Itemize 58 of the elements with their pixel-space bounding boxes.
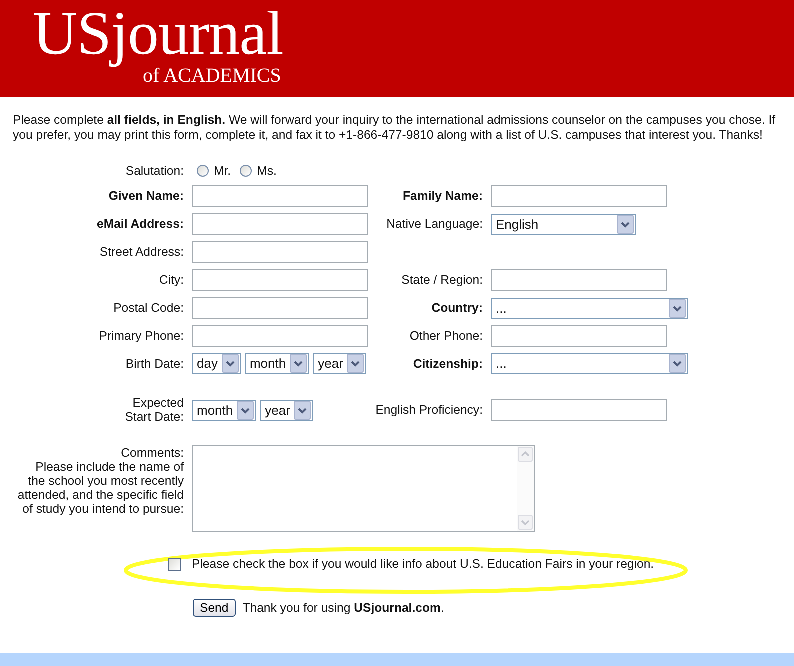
field-label: Primary Phone: bbox=[99, 329, 184, 343]
field-label: Given Name: bbox=[108, 189, 184, 203]
chevron-down-icon bbox=[347, 354, 364, 373]
chevron-down-icon bbox=[669, 298, 686, 318]
dropdown[interactable]: ... bbox=[491, 353, 688, 374]
text-field[interactable] bbox=[192, 297, 368, 319]
field-label: Other Phone: bbox=[410, 329, 483, 343]
field-label: State / Region: bbox=[402, 273, 483, 287]
checkbox-label: Please check the box if you would like info about U.S. Education Fairs in your region. bbox=[192, 557, 654, 571]
text-field[interactable] bbox=[491, 325, 667, 347]
text-field[interactable] bbox=[491, 269, 667, 291]
text-field[interactable] bbox=[491, 399, 667, 421]
field-label: Postal Code: bbox=[114, 301, 184, 315]
option-label: Mr. bbox=[214, 164, 232, 178]
dropdown[interactable]: year bbox=[260, 400, 314, 420]
thank-you-text: Thank you for using USjournal.com. bbox=[242, 601, 444, 615]
send-button[interactable]: Send bbox=[193, 599, 236, 617]
dropdown[interactable]: year bbox=[313, 353, 366, 374]
chevron-down-icon bbox=[294, 400, 312, 420]
field-label: English Proficiency: bbox=[376, 403, 483, 417]
chevron-down-icon bbox=[617, 214, 634, 234]
text-field[interactable] bbox=[192, 185, 368, 207]
text-field[interactable] bbox=[192, 325, 368, 347]
dropdown[interactable]: month bbox=[192, 400, 256, 420]
field-label: Street Address: bbox=[100, 245, 184, 259]
field-label: Birth Date: bbox=[126, 356, 184, 370]
dropdown[interactable]: ... bbox=[491, 298, 688, 318]
caret-down-icon bbox=[518, 515, 533, 530]
field-label: Native Language: bbox=[386, 217, 483, 231]
intro-text: Please complete all fields, in English. We will forward your inquiry to the international admissions counselor on the campuses you chose. If you prefer, you may print this form, complete it, and fax it to +1-866-477-9810 along with a list of U.S. campuses that interest you. Thanks! bbox=[13, 113, 777, 143]
field-label: Expected Start Date: bbox=[125, 396, 184, 424]
field-label: Family Name: bbox=[403, 189, 483, 203]
field-label: City: bbox=[159, 273, 184, 287]
text-field[interactable] bbox=[491, 185, 667, 207]
radio-button[interactable] bbox=[197, 165, 209, 177]
textarea-field[interactable] bbox=[192, 445, 535, 532]
field-label: Country: bbox=[432, 301, 483, 315]
chevron-down-icon bbox=[669, 354, 686, 373]
text-field[interactable] bbox=[192, 241, 368, 263]
field-hint: Please include the name of the school you most recently attended, and the specific field of study you intend to pursue: bbox=[17, 460, 184, 516]
option-label: Ms. bbox=[257, 164, 277, 178]
logo-tagline: of ACADEMICS bbox=[143, 69, 282, 83]
dropdown[interactable]: English bbox=[491, 214, 636, 234]
chevron-down-icon bbox=[290, 354, 308, 373]
radio-button[interactable] bbox=[240, 165, 252, 177]
text-field[interactable] bbox=[192, 269, 368, 291]
checkbox[interactable] bbox=[168, 558, 181, 570]
field-label: Comments: bbox=[121, 446, 184, 460]
field-label: Salutation: bbox=[126, 164, 184, 178]
chevron-down-icon bbox=[222, 354, 239, 373]
caret-up-icon bbox=[518, 447, 533, 462]
dropdown[interactable]: month bbox=[244, 353, 310, 374]
logo-wordmark: USjournal bbox=[33, 0, 284, 68]
chevron-down-icon bbox=[237, 400, 254, 420]
dropdown[interactable]: day bbox=[192, 353, 241, 374]
field-label: eMail Address: bbox=[96, 217, 184, 231]
text-field[interactable] bbox=[192, 213, 368, 235]
field-label: Citizenship: bbox=[413, 356, 483, 370]
